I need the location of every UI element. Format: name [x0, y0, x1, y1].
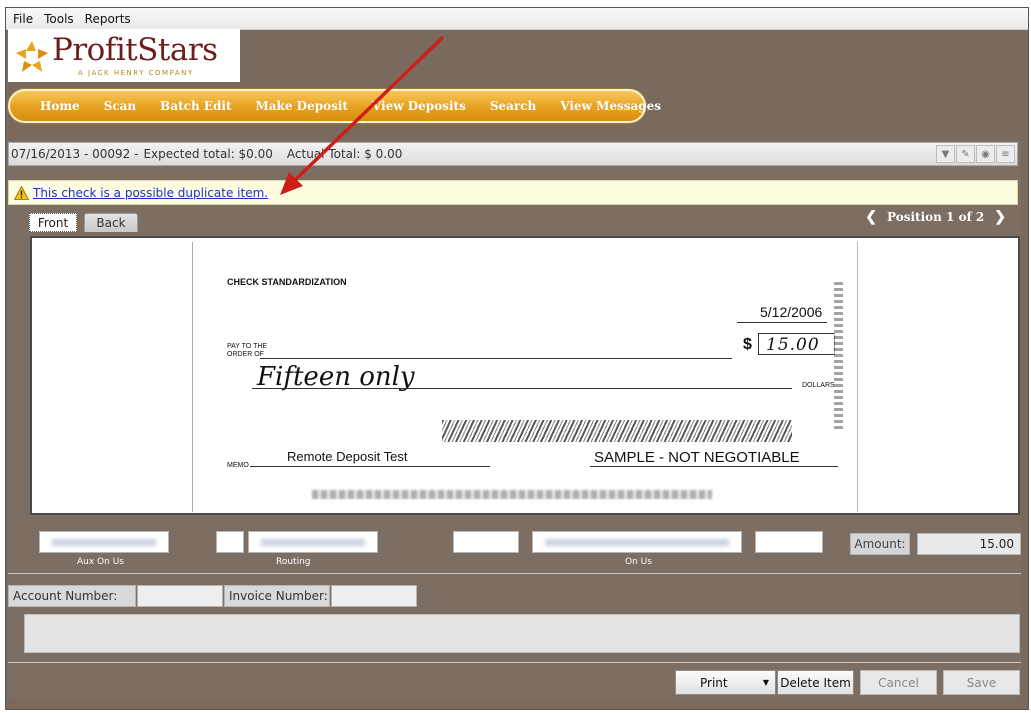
actual-total: Actual Total: $ 0.00: [286, 147, 403, 161]
notes-area[interactable]: [24, 614, 1020, 653]
menu-icon[interactable]: ≡: [996, 145, 1015, 163]
check-memo: Remote Deposit Test: [287, 449, 408, 464]
tab-back[interactable]: Back: [84, 213, 138, 232]
position-navigator: ❮ Position 1 of 2 ❯: [865, 209, 1006, 225]
menu-reports[interactable]: Reports: [85, 12, 131, 26]
check-amount-handwritten: 15.00: [766, 335, 820, 355]
menu-bar: File Tools Reports: [6, 8, 1028, 30]
duplicate-warning-link[interactable]: This check is a possible duplicate item.: [33, 186, 268, 200]
routing-label: Routing: [276, 557, 311, 567]
nav-search[interactable]: Search: [490, 99, 536, 113]
micr-line: [312, 490, 712, 499]
on-us-label: On Us: [625, 557, 652, 567]
account-number-input[interactable]: [137, 585, 223, 607]
warning-icon: [14, 185, 29, 200]
chevron-right-icon[interactable]: ❯: [994, 209, 1006, 225]
invoice-number-label: Invoice Number:: [224, 585, 330, 607]
position-label: Position 1 of 2: [887, 210, 985, 224]
print-button[interactable]: Print ▼: [675, 670, 776, 695]
aux-on-us-field[interactable]: [39, 531, 169, 553]
on-us-field[interactable]: [532, 531, 742, 553]
invoice-number-input[interactable]: [331, 585, 417, 607]
check-image-viewer: CHECK STANDARDIZATION 5/12/2006 PAY TO T…: [30, 236, 1020, 515]
nav-view-messages[interactable]: View Messages: [560, 99, 661, 113]
aux-on-us-label: Aux On Us: [77, 557, 124, 567]
chevron-down-icon[interactable]: ▼: [763, 678, 769, 687]
amount-field[interactable]: 15.00: [917, 533, 1021, 555]
check-image: CHECK STANDARDIZATION 5/12/2006 PAY TO T…: [192, 242, 860, 512]
chevron-down-icon[interactable]: ▼: [936, 145, 955, 163]
nav-home[interactable]: Home: [40, 99, 80, 113]
batch-id: 07/16/2013 - 00092 -: [11, 147, 139, 161]
nav-batch-edit[interactable]: Batch Edit: [160, 99, 231, 113]
main-nav: Home Scan Batch Edit Make Deposit View D…: [8, 89, 661, 123]
divider: [8, 573, 1021, 574]
eye-icon[interactable]: ◉: [976, 145, 995, 163]
routing-prefix-field[interactable]: [216, 531, 244, 553]
check-title: CHECK STANDARDIZATION: [227, 277, 347, 287]
nav-scan[interactable]: Scan: [104, 99, 136, 113]
check-dollars-label: DOLLARS: [802, 382, 835, 389]
divider: [8, 662, 1021, 663]
check-date: 5/12/2006: [760, 304, 823, 320]
nav-view-deposits[interactable]: View Deposits: [372, 99, 466, 113]
expected-total: Expected total: $0.00: [143, 147, 273, 161]
save-button[interactable]: Save: [943, 670, 1020, 695]
brand-name: ProfitStars: [52, 32, 218, 68]
batch-selector[interactable]: 07/16/2013 - 00092 - Expected total: $0.…: [8, 142, 1018, 166]
cancel-button[interactable]: Cancel: [860, 670, 937, 695]
nav-make-deposit[interactable]: Make Deposit: [255, 99, 347, 113]
check-sample-stamp: SAMPLE - NOT NEGOTIABLE: [594, 449, 800, 466]
security-features-text: [834, 282, 843, 432]
routing-field[interactable]: [248, 531, 378, 553]
brand-logo: ProfitStars A JACK HENRY COMPANY: [8, 29, 240, 82]
star-logo-icon: [16, 41, 48, 72]
dollar-sign: $: [743, 336, 752, 353]
duplicate-warning: This check is a possible duplicate item.: [8, 180, 1018, 205]
print-label: Print: [700, 675, 728, 690]
tab-front[interactable]: Front: [29, 213, 77, 232]
amount-label: Amount:: [850, 533, 910, 555]
account-number-label: Account Number:: [8, 585, 136, 607]
menu-file[interactable]: File: [13, 12, 33, 26]
delete-item-button[interactable]: Delete Item: [777, 670, 854, 695]
on-us-prefix-field[interactable]: [453, 531, 519, 553]
on-us-suffix-field[interactable]: [755, 531, 823, 553]
check-memo-label: MEMO: [227, 462, 249, 469]
chevron-left-icon[interactable]: ❮: [865, 209, 877, 225]
endorsement-stamp: [442, 420, 792, 442]
brand-tagline: A JACK HENRY COMPANY: [78, 69, 194, 77]
check-pay-to-label: PAY TO THE ORDER OF: [227, 343, 268, 358]
pencil-icon[interactable]: ✎: [956, 145, 975, 163]
menu-tools[interactable]: Tools: [44, 12, 74, 26]
